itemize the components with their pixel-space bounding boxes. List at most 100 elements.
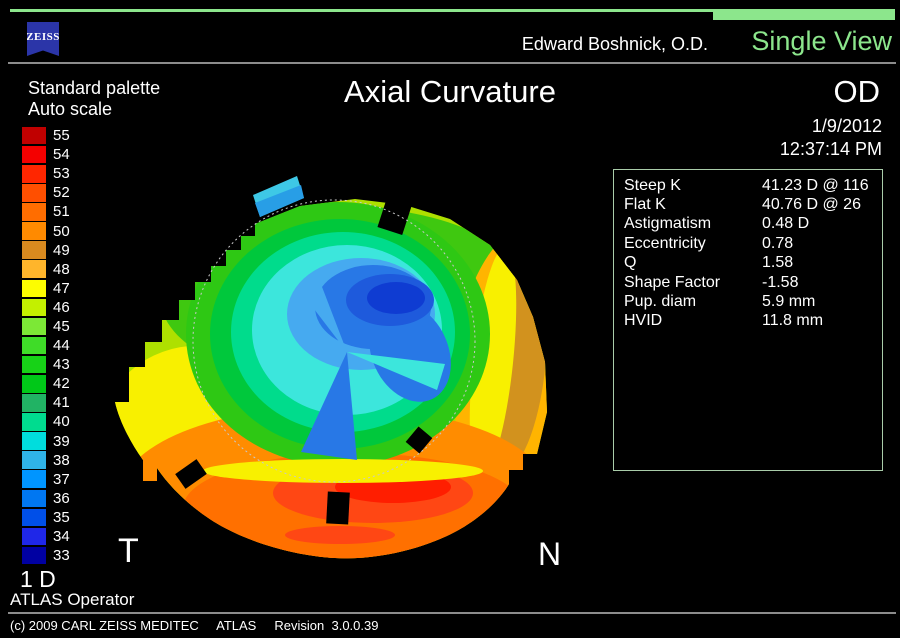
color-scale-row: 54 xyxy=(22,145,112,164)
nasal-label: N xyxy=(538,536,561,573)
color-scale-value: 51 xyxy=(53,203,70,220)
zeiss-logo-text: ZEISS xyxy=(26,31,60,56)
color-scale-row: 44 xyxy=(22,336,112,355)
color-scale-value: 46 xyxy=(53,299,70,316)
stat-label: Eccentricity xyxy=(624,235,762,253)
temporal-label: T xyxy=(118,532,139,571)
keratometry-stats-panel: Steep K 41.23 D @ 116 Flat K 40.76 D @ 2… xyxy=(613,169,883,471)
exam-date: 1/9/2012 xyxy=(812,116,882,137)
color-swatch xyxy=(22,127,46,145)
stat-label: Astigmatism xyxy=(624,215,762,233)
color-swatch xyxy=(22,222,46,240)
view-mode-label[interactable]: Single View xyxy=(751,26,892,57)
color-swatch xyxy=(22,394,46,412)
color-scale-value: 39 xyxy=(53,433,70,450)
scale-unit-label: 1 D xyxy=(20,566,56,593)
stat-value: 40.76 D @ 26 xyxy=(762,196,861,214)
stat-label: Steep K xyxy=(624,177,762,195)
stat-value: 0.78 xyxy=(762,235,793,253)
color-swatch xyxy=(22,375,46,393)
color-swatch xyxy=(22,337,46,355)
stat-label: Q xyxy=(624,254,762,272)
color-scale-row: 47 xyxy=(22,279,112,298)
zeiss-logo: ZEISS xyxy=(27,22,59,56)
stat-row: Flat K 40.76 D @ 26 xyxy=(624,195,882,214)
practice-name: Edward Boshnick, O.D. xyxy=(522,34,708,55)
color-swatch xyxy=(22,146,46,164)
color-scale-row: 35 xyxy=(22,508,112,527)
color-scale-value: 40 xyxy=(53,413,70,430)
color-scale-row: 36 xyxy=(22,489,112,508)
stat-value: 11.8 mm xyxy=(762,312,823,330)
copyright-text: (c) 2009 CARL ZEISS MEDITEC ATLAS Revisi… xyxy=(10,618,378,633)
color-scale-value: 48 xyxy=(53,261,70,278)
color-scale-row: 40 xyxy=(22,412,112,431)
stat-value: 1.58 xyxy=(762,254,793,272)
color-scale-row: 38 xyxy=(22,451,112,470)
color-scale-value: 38 xyxy=(53,452,70,469)
color-scale-row: 37 xyxy=(22,470,112,489)
band-red-streak xyxy=(285,526,395,544)
map-notch-bottom xyxy=(326,491,350,524)
stat-row: Astigmatism 0.48 D xyxy=(624,215,882,234)
color-scale-row: 52 xyxy=(22,183,112,202)
band-yellow-bottom-arc xyxy=(203,459,483,483)
color-swatch xyxy=(22,260,46,278)
color-swatch xyxy=(22,528,46,546)
color-scale-row: 34 xyxy=(22,527,112,546)
color-swatch xyxy=(22,490,46,508)
stat-row: Q 1.58 xyxy=(624,254,882,273)
color-scale-value: 36 xyxy=(53,490,70,507)
color-swatch xyxy=(22,184,46,202)
color-scale-value: 42 xyxy=(53,375,70,392)
color-scale-value: 54 xyxy=(53,146,70,163)
stat-row: Steep K 41.23 D @ 116 xyxy=(624,176,882,195)
color-scale-value: 33 xyxy=(53,547,70,564)
color-swatch xyxy=(22,509,46,527)
atlas-screen: ZEISS Edward Boshnick, O.D. Single View … xyxy=(0,0,900,638)
color-swatch xyxy=(22,432,46,450)
color-scale-row: 53 xyxy=(22,164,112,183)
stat-label: Pup. diam xyxy=(624,293,762,311)
color-scale-row: 43 xyxy=(22,355,112,374)
footer-divider xyxy=(8,612,896,614)
color-swatch xyxy=(22,241,46,259)
band-blue-core xyxy=(367,282,425,314)
stat-value: -1.58 xyxy=(762,274,798,292)
page-title: Axial Curvature xyxy=(0,74,900,110)
stat-value: 0.48 D xyxy=(762,215,809,233)
stat-label: Shape Factor xyxy=(624,274,762,292)
color-scale-value: 55 xyxy=(53,127,70,144)
color-scale-row: 49 xyxy=(22,241,112,260)
stat-row: Pup. diam 5.9 mm xyxy=(624,292,882,311)
operator-name: ATLAS Operator xyxy=(10,590,134,610)
color-scale-row: 51 xyxy=(22,202,112,221)
stat-label: Flat K xyxy=(624,196,762,214)
color-swatch xyxy=(22,413,46,431)
color-scale-row: 39 xyxy=(22,432,112,451)
color-scale-value: 41 xyxy=(53,394,70,411)
color-scale: 55 54 53 52 51 50 xyxy=(22,126,112,565)
header-accent-line xyxy=(10,9,713,12)
color-scale-value: 44 xyxy=(53,337,70,354)
stat-row: HVID 11.8 mm xyxy=(624,312,882,331)
stat-row: Shape Factor -1.58 xyxy=(624,273,882,292)
color-scale-row: 42 xyxy=(22,374,112,393)
eye-indicator: OD xyxy=(834,74,881,110)
stat-row: Eccentricity 0.78 xyxy=(624,234,882,253)
color-swatch xyxy=(22,470,46,488)
color-scale-row: 55 xyxy=(22,126,112,145)
color-swatch xyxy=(22,451,46,469)
color-scale-value: 49 xyxy=(53,242,70,259)
color-swatch xyxy=(22,547,46,565)
color-scale-value: 45 xyxy=(53,318,70,335)
color-scale-row: 33 xyxy=(22,546,112,565)
color-scale-value: 43 xyxy=(53,356,70,373)
color-scale-value: 35 xyxy=(53,509,70,526)
header-divider xyxy=(8,62,896,64)
color-scale-row: 41 xyxy=(22,393,112,412)
color-swatch xyxy=(22,165,46,183)
color-scale-row: 50 xyxy=(22,221,112,240)
color-scale-value: 50 xyxy=(53,223,70,240)
color-scale-value: 53 xyxy=(53,165,70,182)
